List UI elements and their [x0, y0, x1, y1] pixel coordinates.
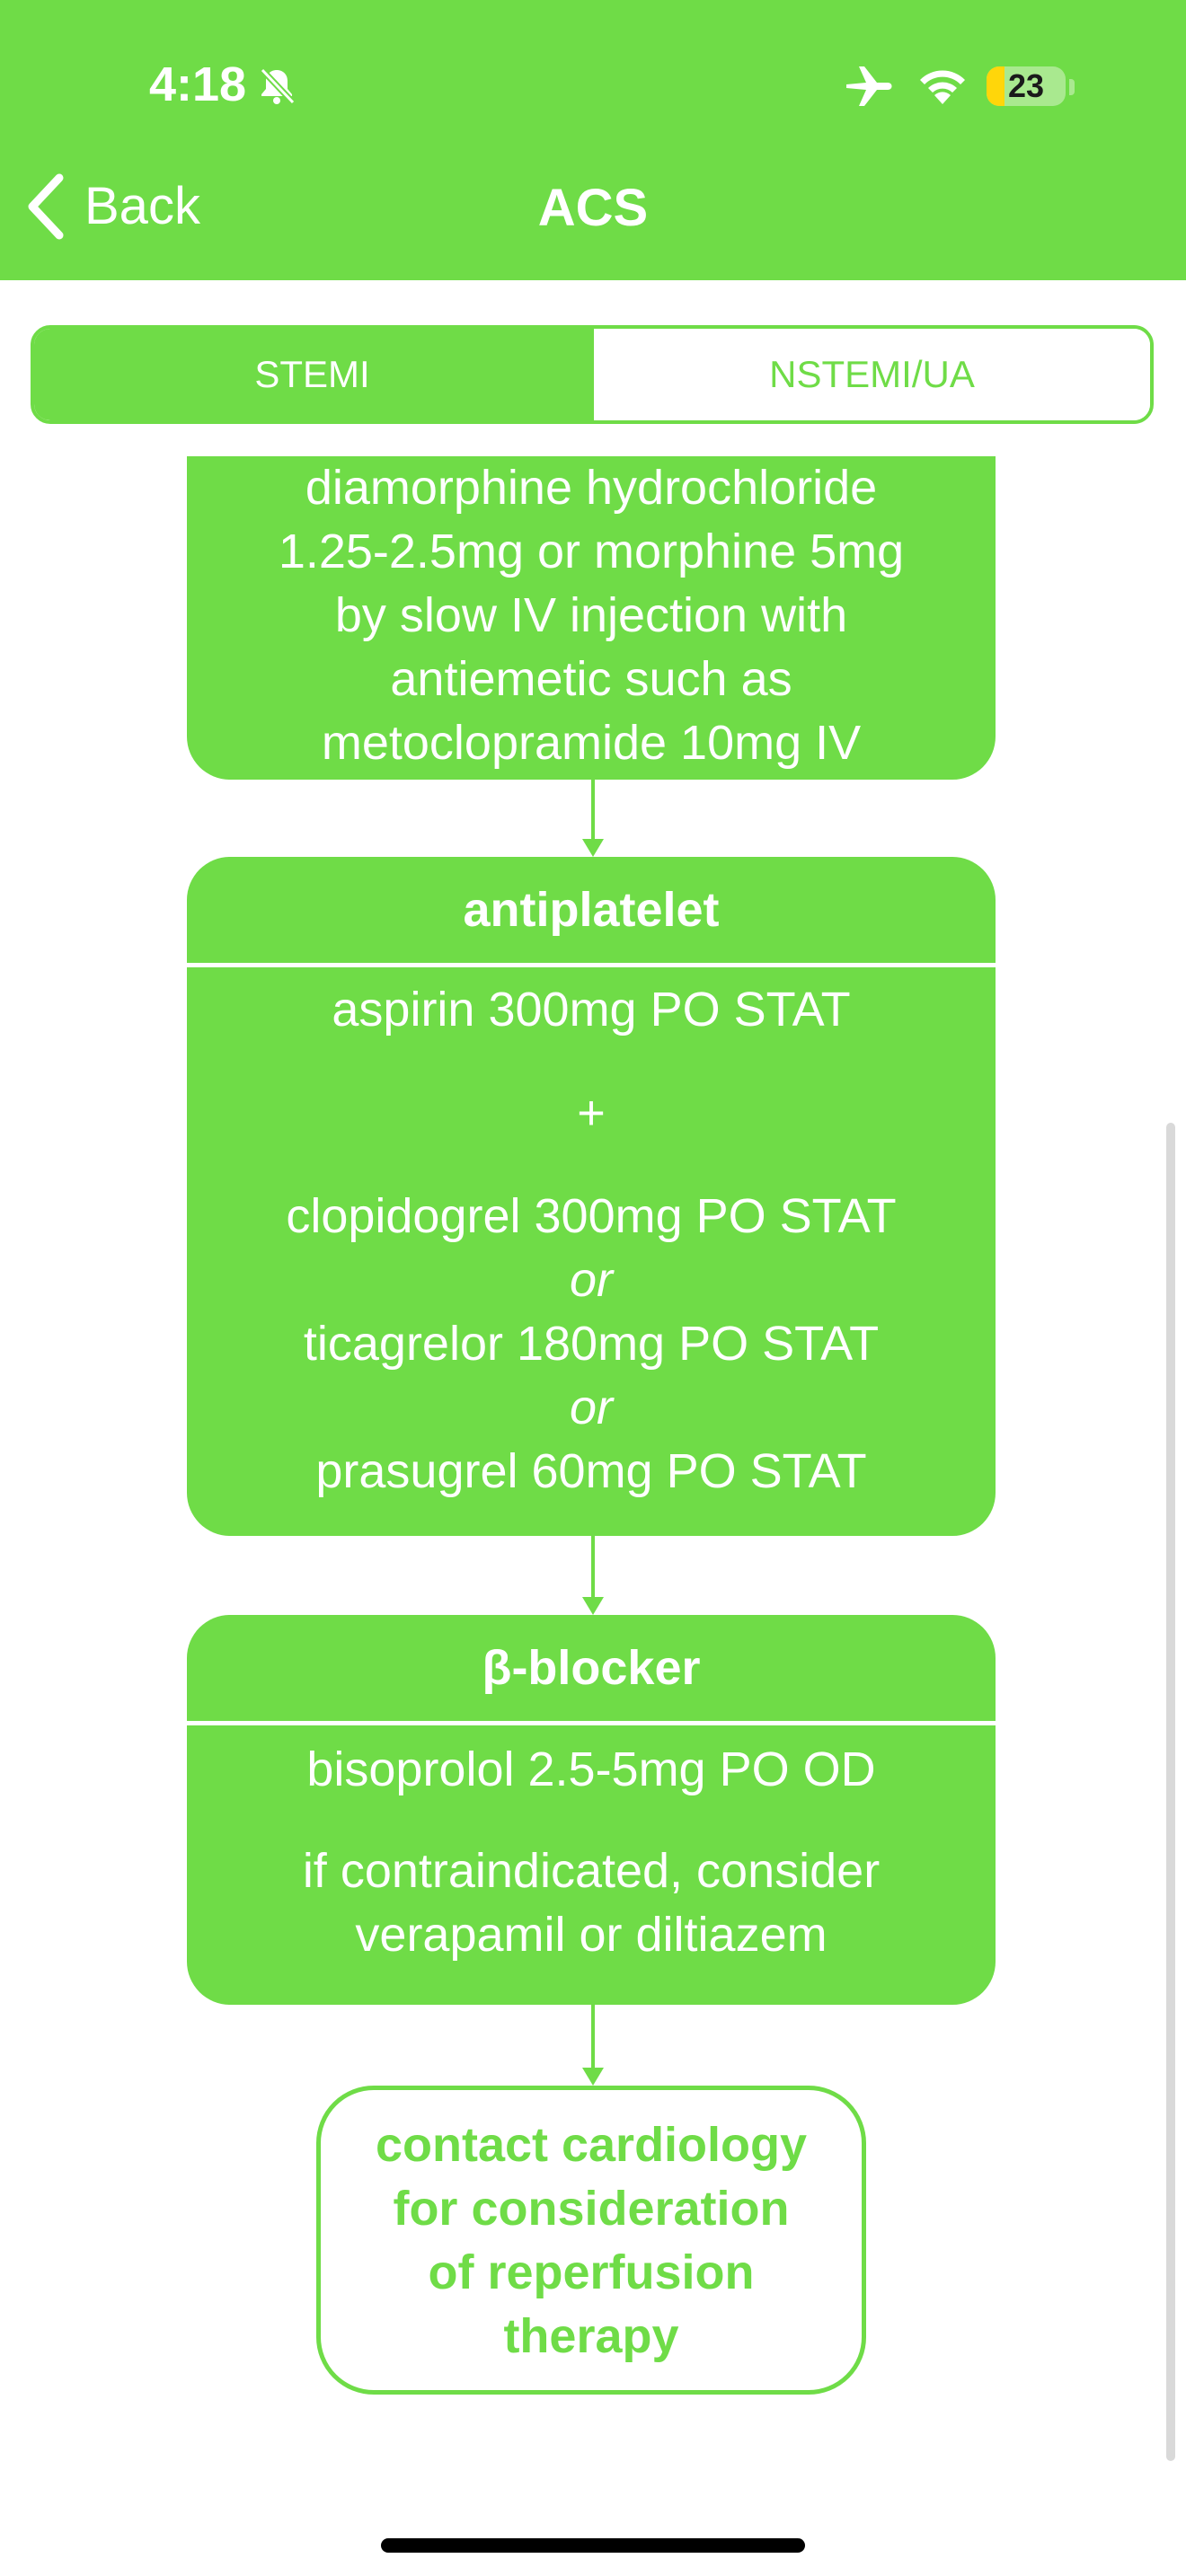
scrollbar[interactable] — [1166, 1123, 1175, 2461]
reperfusion-line: therapy — [503, 2309, 679, 2363]
antiplatelet-plus: + — [577, 1086, 606, 1140]
flow-arrow — [582, 1536, 604, 1615]
analgesia-line: metoclopramide 10mg IV — [321, 716, 862, 770]
tab-nstemi-ua[interactable]: NSTEMI/UA — [590, 329, 1150, 420]
wifi-icon — [920, 70, 965, 104]
page-title: ACS — [537, 179, 649, 237]
antiplatelet-or: or — [569, 1253, 613, 1307]
antiplatelet-box: antiplatelet aspirin 300mg PO STAT + clo… — [187, 857, 996, 1536]
beta-blocker-body: bisoprolol 2.5-5mg PO OD if contraindica… — [187, 1725, 996, 1967]
bell-slash-icon — [260, 67, 296, 105]
reperfusion-line: of reperfusion — [428, 2245, 755, 2299]
antiplatelet-aspirin: aspirin 300mg PO STAT — [332, 983, 851, 1037]
flow-arrow — [582, 2005, 604, 2086]
analgesia-line: antiemetic such as — [390, 652, 792, 706]
analgesia-line: by slow IV injection with — [334, 588, 848, 642]
beta-blocker-title: β-blocker — [187, 1615, 996, 1725]
screen: 4:18 23 Back ACS STEMI NSTEMI/UA diamorp… — [0, 0, 1186, 2576]
beta-blocker-alternative: verapamil or diltiazem — [355, 1908, 828, 1962]
reperfusion-line: contact cardiology — [375, 2118, 808, 2172]
analgesia-line: 1.25-2.5mg or morphine 5mg — [278, 525, 905, 578]
battery-icon: 23 — [987, 66, 1066, 106]
antiplatelet-or: or — [569, 1381, 613, 1434]
reperfusion-line: for consideration — [393, 2182, 790, 2236]
reperfusion-box: contact cardiology for consideration of … — [316, 2086, 866, 2395]
battery-cap — [1069, 79, 1075, 95]
beta-blocker-alternative: if contraindicated, consider — [302, 1844, 881, 1898]
battery-level: 23 — [1007, 67, 1045, 104]
analgesia-line: diamorphine hydrochloride — [305, 461, 878, 515]
airplane-icon — [846, 66, 892, 106]
antiplatelet-clopidogrel: clopidogrel 300mg PO STAT — [286, 1189, 897, 1243]
home-indicator[interactable] — [381, 2538, 805, 2553]
antiplatelet-ticagrelor: ticagrelor 180mg PO STAT — [303, 1317, 880, 1371]
antiplatelet-title: antiplatelet — [187, 857, 996, 967]
antiplatelet-prasugrel: prasugrel 60mg PO STAT — [315, 1444, 867, 1498]
flow-arrow — [582, 780, 604, 857]
segmented-control: STEMI NSTEMI/UA — [31, 325, 1154, 424]
antiplatelet-body: aspirin 300mg PO STAT + clopidogrel 300m… — [187, 967, 996, 1504]
analgesia-box: diamorphine hydrochloride 1.25-2.5mg or … — [187, 456, 996, 780]
beta-blocker-bisoprolol: bisoprolol 2.5-5mg PO OD — [306, 1742, 876, 1796]
beta-blocker-box: β-blocker bisoprolol 2.5-5mg PO OD if co… — [187, 1615, 996, 2005]
status-time: 4:18 — [149, 57, 247, 111]
tab-stemi[interactable]: STEMI — [34, 329, 590, 420]
navigation-header: 4:18 23 Back ACS — [0, 0, 1186, 280]
